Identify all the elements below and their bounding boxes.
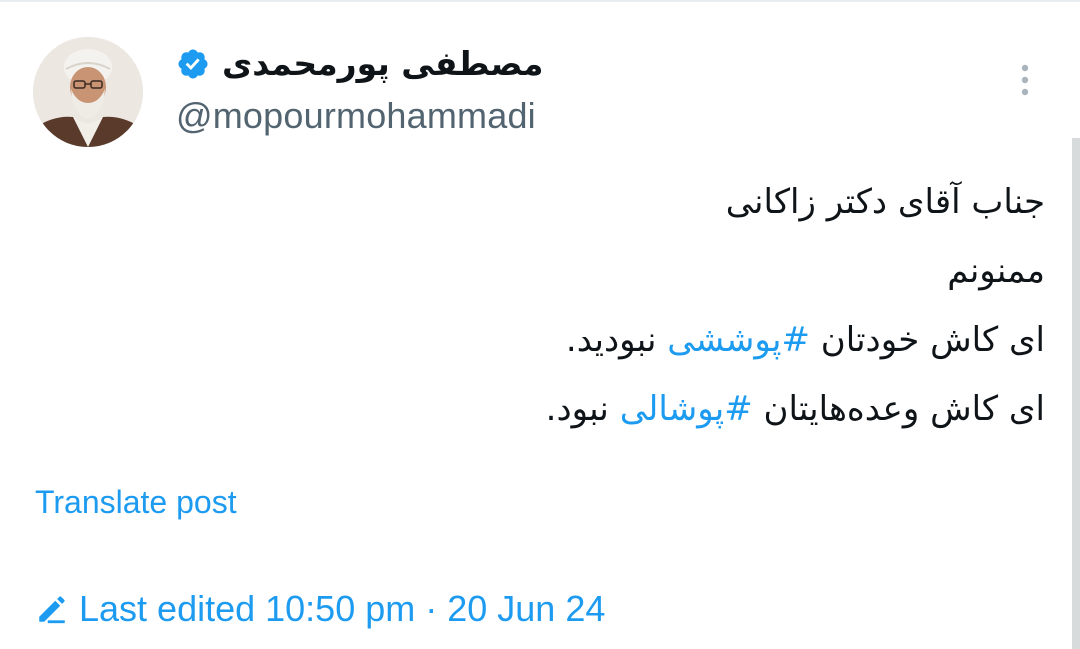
post-text: جناب آقای دکتر زاکانی ممنونم ای کاش خودتان…: [145, 168, 1045, 444]
post-text-segment: جناب آقای دکتر زاکانی: [725, 182, 1045, 222]
last-edited-text: Last edited 10:50 pm · 20 Jun 24: [79, 588, 606, 629]
post-text-line: ای کاش وعده‌هایتان #پوشالی نبود.: [145, 375, 1045, 444]
last-edited-link[interactable]: Last edited 10:50 pm · 20 Jun 24: [35, 585, 605, 633]
post-header: مصطفی پورمحمدی @mopourmohammadi: [176, 40, 543, 138]
author-handle[interactable]: @mopourmohammadi: [176, 94, 543, 138]
post-text-line: ممنونم: [145, 237, 1045, 306]
post-text-segment: نبودید.: [565, 320, 668, 360]
author-name-row: مصطفی پورمحمدی: [176, 40, 543, 88]
top-divider: [0, 0, 1080, 2]
avatar-image: [33, 37, 143, 147]
translate-post-link[interactable]: Translate post: [35, 480, 237, 524]
avatar[interactable]: [33, 37, 143, 147]
scrollbar-track[interactable]: [1072, 138, 1080, 649]
more-vertical-icon[interactable]: [1012, 60, 1038, 100]
post-text-segment: ای کاش وعده‌هایتان: [752, 389, 1045, 429]
pencil-icon: [39, 596, 65, 624]
hashtag-link[interactable]: #پوشالی: [620, 389, 753, 429]
post-text-segment: ای کاش خودتان: [809, 320, 1045, 360]
verified-badge-icon: [178, 49, 208, 79]
post-text-line: جناب آقای دکتر زاکانی: [145, 168, 1045, 237]
post-text-segment: ممنونم: [947, 251, 1045, 291]
post-text-line: ای کاش خودتان #پوششی نبودید.: [145, 306, 1045, 375]
author-display-name[interactable]: مصطفی پورمحمدی: [222, 40, 543, 88]
post-text-segment: نبود.: [545, 389, 620, 429]
hashtag-link[interactable]: #پوششی: [667, 320, 810, 360]
